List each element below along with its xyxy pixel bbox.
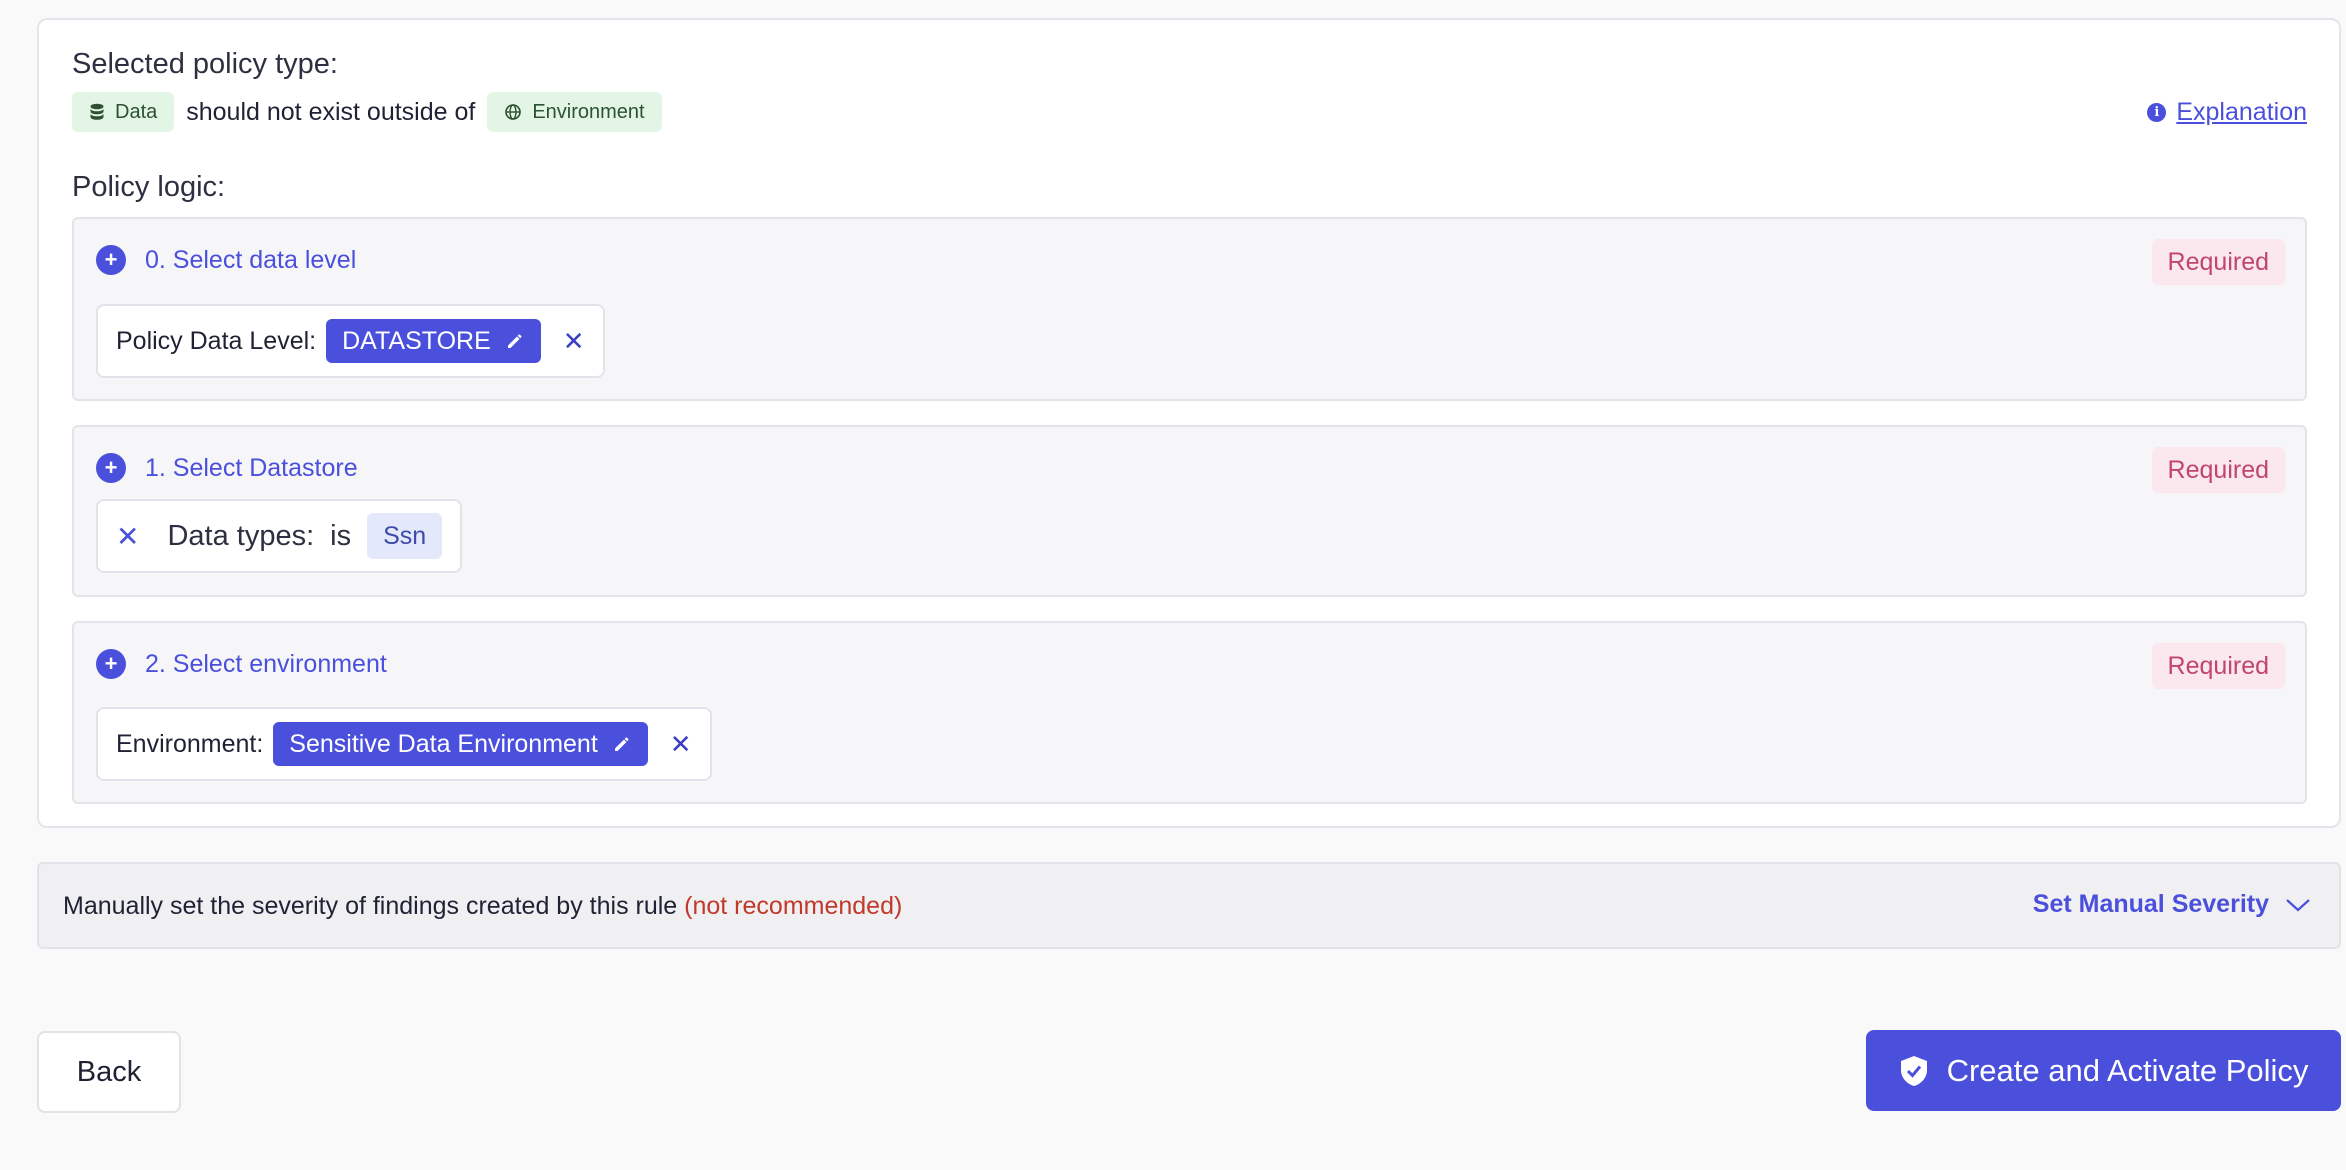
step-title: 1. Select Datastore <box>145 453 358 482</box>
required-badge: Required <box>2151 239 2285 285</box>
selected-policy-type-heading: Selected policy type: <box>72 48 338 80</box>
severity-warning: (not recommended) <box>684 892 903 920</box>
policy-logic-heading: Policy logic: <box>72 171 226 203</box>
condition-data-types: ✕ Data types: is Ssn <box>96 499 463 573</box>
data-level-value-pill[interactable]: DATASTORE <box>326 319 541 363</box>
manual-severity-panel: Manually set the severity of findings cr… <box>37 862 2341 949</box>
plus-circle-icon[interactable]: + <box>96 453 126 483</box>
step-select-data-level: + 0. Select data level Required Policy D… <box>72 217 2307 401</box>
condition-label: Policy Data Level: <box>116 326 317 355</box>
policy-connector-text: should not exist outside of <box>186 97 476 126</box>
data-level-value: DATASTORE <box>342 326 491 355</box>
condition-label: Environment: <box>116 729 264 758</box>
chevron-down-icon <box>2286 898 2310 911</box>
create-and-activate-policy-button[interactable]: Create and Activate Policy <box>1866 1030 2341 1111</box>
condition-environment: Environment: Sensitive Data Environment … <box>96 707 712 781</box>
data-type-value-chip[interactable]: Ssn <box>367 513 443 559</box>
data-chip: Data <box>72 92 175 132</box>
plus-circle-icon[interactable]: + <box>96 649 126 679</box>
back-button[interactable]: Back <box>37 1031 181 1113</box>
condition-label: Data types: <box>167 519 315 552</box>
close-icon[interactable]: ✕ <box>116 520 157 553</box>
step-header[interactable]: + 0. Select data level <box>96 245 356 275</box>
required-badge: Required <box>2151 447 2285 493</box>
create-button-label: Create and Activate Policy <box>1946 1052 2309 1088</box>
info-icon: i <box>2147 103 2167 122</box>
set-manual-severity-toggle[interactable]: Set Manual Severity <box>2033 890 2311 919</box>
close-icon[interactable]: ✕ <box>658 729 692 760</box>
database-icon <box>90 103 104 120</box>
policy-type-summary: Data should not exist outside of Environ… <box>72 92 662 132</box>
pencil-icon[interactable] <box>612 734 632 754</box>
required-badge: Required <box>2151 643 2285 689</box>
close-icon[interactable]: ✕ <box>551 326 585 357</box>
data-chip-label: Data <box>115 100 158 123</box>
severity-text: Manually set the severity of findings cr… <box>63 892 678 920</box>
plus-circle-icon[interactable]: + <box>96 245 126 275</box>
set-manual-severity-label: Set Manual Severity <box>2032 890 2269 918</box>
shield-check-icon <box>1900 1055 1927 1086</box>
step-select-environment: + 2. Select environment Required Environ… <box>72 621 2307 804</box>
step-title: 0. Select data level <box>145 245 357 274</box>
environment-chip: Environment <box>487 92 662 132</box>
step-header[interactable]: + 1. Select Datastore <box>96 453 358 483</box>
policy-card: Selected policy type: Data should not ex… <box>37 18 2341 828</box>
explanation-link[interactable]: Explanation <box>2176 98 2307 127</box>
pencil-icon[interactable] <box>505 331 525 351</box>
environment-chip-label: Environment <box>532 100 645 123</box>
severity-description: Manually set the severity of findings cr… <box>63 892 902 921</box>
step-select-datastore: + 1. Select Datastore Required ✕ Data ty… <box>72 425 2307 597</box>
globe-icon <box>505 104 522 120</box>
step-title: 2. Select environment <box>145 649 387 678</box>
environment-value-pill[interactable]: Sensitive Data Environment <box>273 722 648 766</box>
condition-data-level: Policy Data Level: DATASTORE ✕ <box>96 304 605 378</box>
condition-operator: is <box>330 519 352 552</box>
explanation-link-group[interactable]: i Explanation <box>2147 98 2307 127</box>
environment-value: Sensitive Data Environment <box>289 729 598 758</box>
step-header[interactable]: + 2. Select environment <box>96 649 387 679</box>
